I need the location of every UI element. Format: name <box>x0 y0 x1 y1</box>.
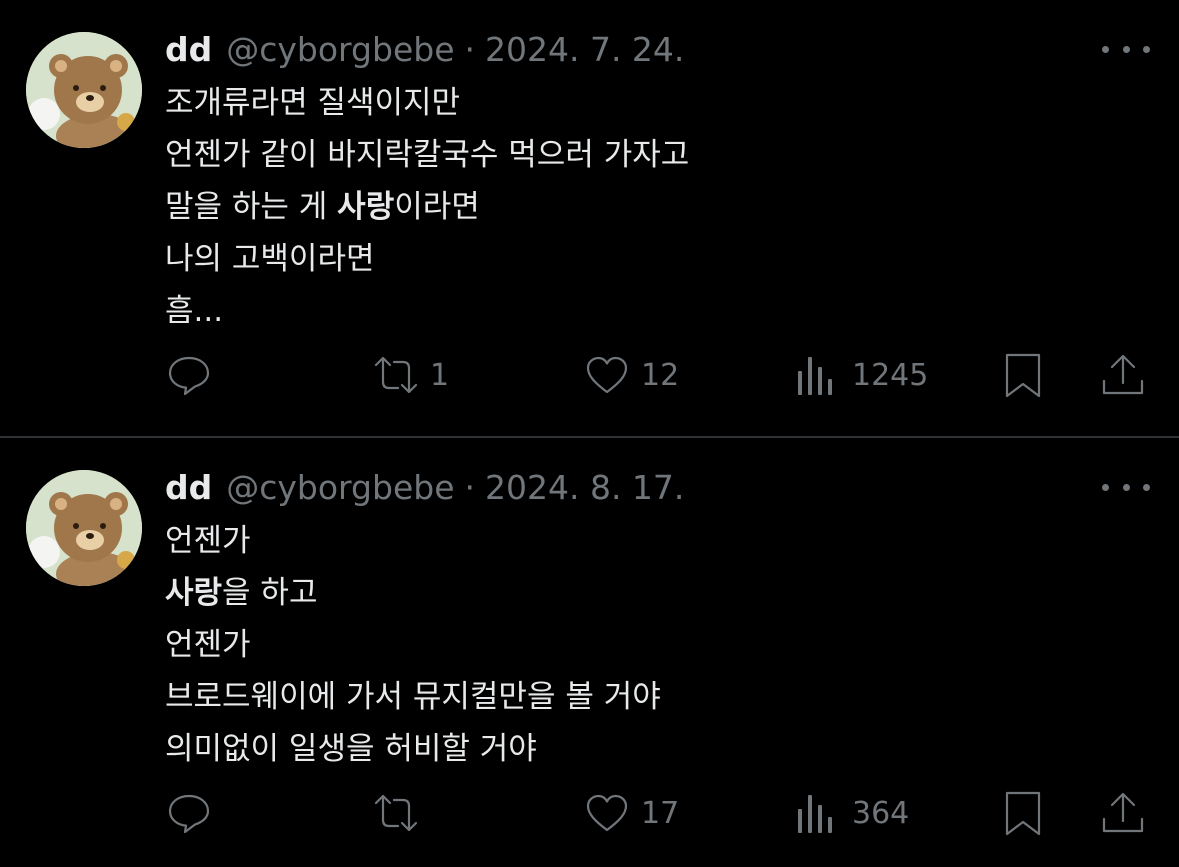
tweet-date[interactable]: 2024. 7. 24. <box>485 30 684 69</box>
tweet-text-line: 말을 하는 게 사랑이라면 <box>165 189 480 225</box>
bear-avatar-image <box>26 32 142 148</box>
bear-avatar-image <box>26 470 142 586</box>
tweet[interactable]: dd @cyborgbebe · 2024. 7. 24. 조개류라면 질색이지… <box>0 0 1179 437</box>
retweet-button[interactable]: 1 <box>372 350 449 400</box>
like-count: 12 <box>641 357 680 393</box>
bookmark-button[interactable] <box>999 350 1047 400</box>
speech-bubble-icon <box>168 356 210 396</box>
bookmark-icon <box>1005 353 1041 398</box>
reply-button[interactable] <box>165 788 223 838</box>
bookmark-button[interactable] <box>999 788 1047 838</box>
tweet-text-line: 사랑을 하고 <box>165 575 318 611</box>
view-count: 364 <box>852 795 910 831</box>
display-name[interactable]: dd <box>165 468 212 507</box>
tweet-text-line: 언젠가 같이 바지락칼국수 먹으러 가자고 <box>165 137 690 173</box>
like-count: 17 <box>641 795 680 831</box>
avatar[interactable] <box>26 32 142 148</box>
view-count: 1245 <box>852 357 929 393</box>
tweet-text-line: 언젠가 <box>165 523 251 559</box>
tweet-text-line: 조개류라면 질색이지만 <box>165 85 461 121</box>
bold-word: 사랑 <box>165 575 223 611</box>
views-button[interactable]: 364 <box>794 788 909 838</box>
more-dot <box>1143 45 1150 53</box>
heart-outline-icon <box>586 356 628 394</box>
bold-word: 사랑 <box>337 189 395 225</box>
retweet-arrows-icon <box>374 356 418 394</box>
timeline-feed: dd @cyborgbebe · 2024. 7. 24. 조개류라면 질색이지… <box>0 0 1179 867</box>
more-dot <box>1122 45 1130 53</box>
retweet-arrows-icon <box>374 794 418 832</box>
tweet-text: 언젠가 사랑을 하고 언젠가 브로드웨이에 가서 뮤지컬만을 볼 거야 의미없이… <box>165 515 661 775</box>
tweet-text-line: 나의 고백이라면 <box>165 241 375 277</box>
share-upload-icon <box>1102 354 1144 395</box>
bookmark-icon <box>1005 791 1041 836</box>
heart-outline-icon <box>586 794 628 832</box>
avatar[interactable] <box>26 470 142 586</box>
more-dot <box>1122 483 1130 491</box>
more-dot <box>1143 483 1150 491</box>
tweet-header: dd @cyborgbebe · 2024. 8. 17. <box>165 468 684 510</box>
more-dot <box>1102 45 1109 53</box>
tweet-text: 조개류라면 질색이지만 언젠가 같이 바지락칼국수 먹으러 가자고 말을 하는 … <box>165 77 689 337</box>
reply-button[interactable] <box>165 350 223 400</box>
like-button[interactable]: 17 <box>583 788 679 838</box>
more-options-button[interactable] <box>1102 34 1150 64</box>
tweet-actions: 17 364 <box>0 788 1179 838</box>
tweet-text-line: 언젠가 <box>165 627 251 663</box>
share-upload-icon <box>1102 792 1144 833</box>
retweet-button[interactable] <box>372 788 430 838</box>
tweet-actions: 1 12 1245 <box>0 350 1179 400</box>
tweet-header: dd @cyborgbebe · 2024. 7. 24. <box>165 30 684 72</box>
tweet-date[interactable]: 2024. 8. 17. <box>485 468 684 507</box>
tweet-text-line: 의미없이 일생을 허비할 거야 <box>165 731 537 767</box>
like-button[interactable]: 12 <box>583 350 679 400</box>
share-button[interactable] <box>1099 350 1147 400</box>
header-separator: · <box>464 468 476 507</box>
tweet-text-line: 흠... <box>165 293 224 329</box>
bar-chart-icon <box>798 795 832 833</box>
views-button[interactable]: 1245 <box>794 350 928 400</box>
user-handle[interactable]: @cyborgbebe <box>226 30 454 69</box>
more-options-button[interactable] <box>1102 472 1150 502</box>
retweet-count: 1 <box>430 357 450 393</box>
speech-bubble-icon <box>168 794 210 834</box>
share-button[interactable] <box>1099 788 1147 838</box>
header-separator: · <box>464 30 476 69</box>
tweet[interactable]: dd @cyborgbebe · 2024. 8. 17. 언젠가 사랑을 하고… <box>0 438 1179 867</box>
display-name[interactable]: dd <box>165 30 212 69</box>
user-handle[interactable]: @cyborgbebe <box>226 468 454 507</box>
bar-chart-icon <box>798 357 832 395</box>
tweet-text-line: 브로드웨이에 가서 뮤지컬만을 볼 거야 <box>165 679 661 715</box>
more-dot <box>1102 483 1109 491</box>
